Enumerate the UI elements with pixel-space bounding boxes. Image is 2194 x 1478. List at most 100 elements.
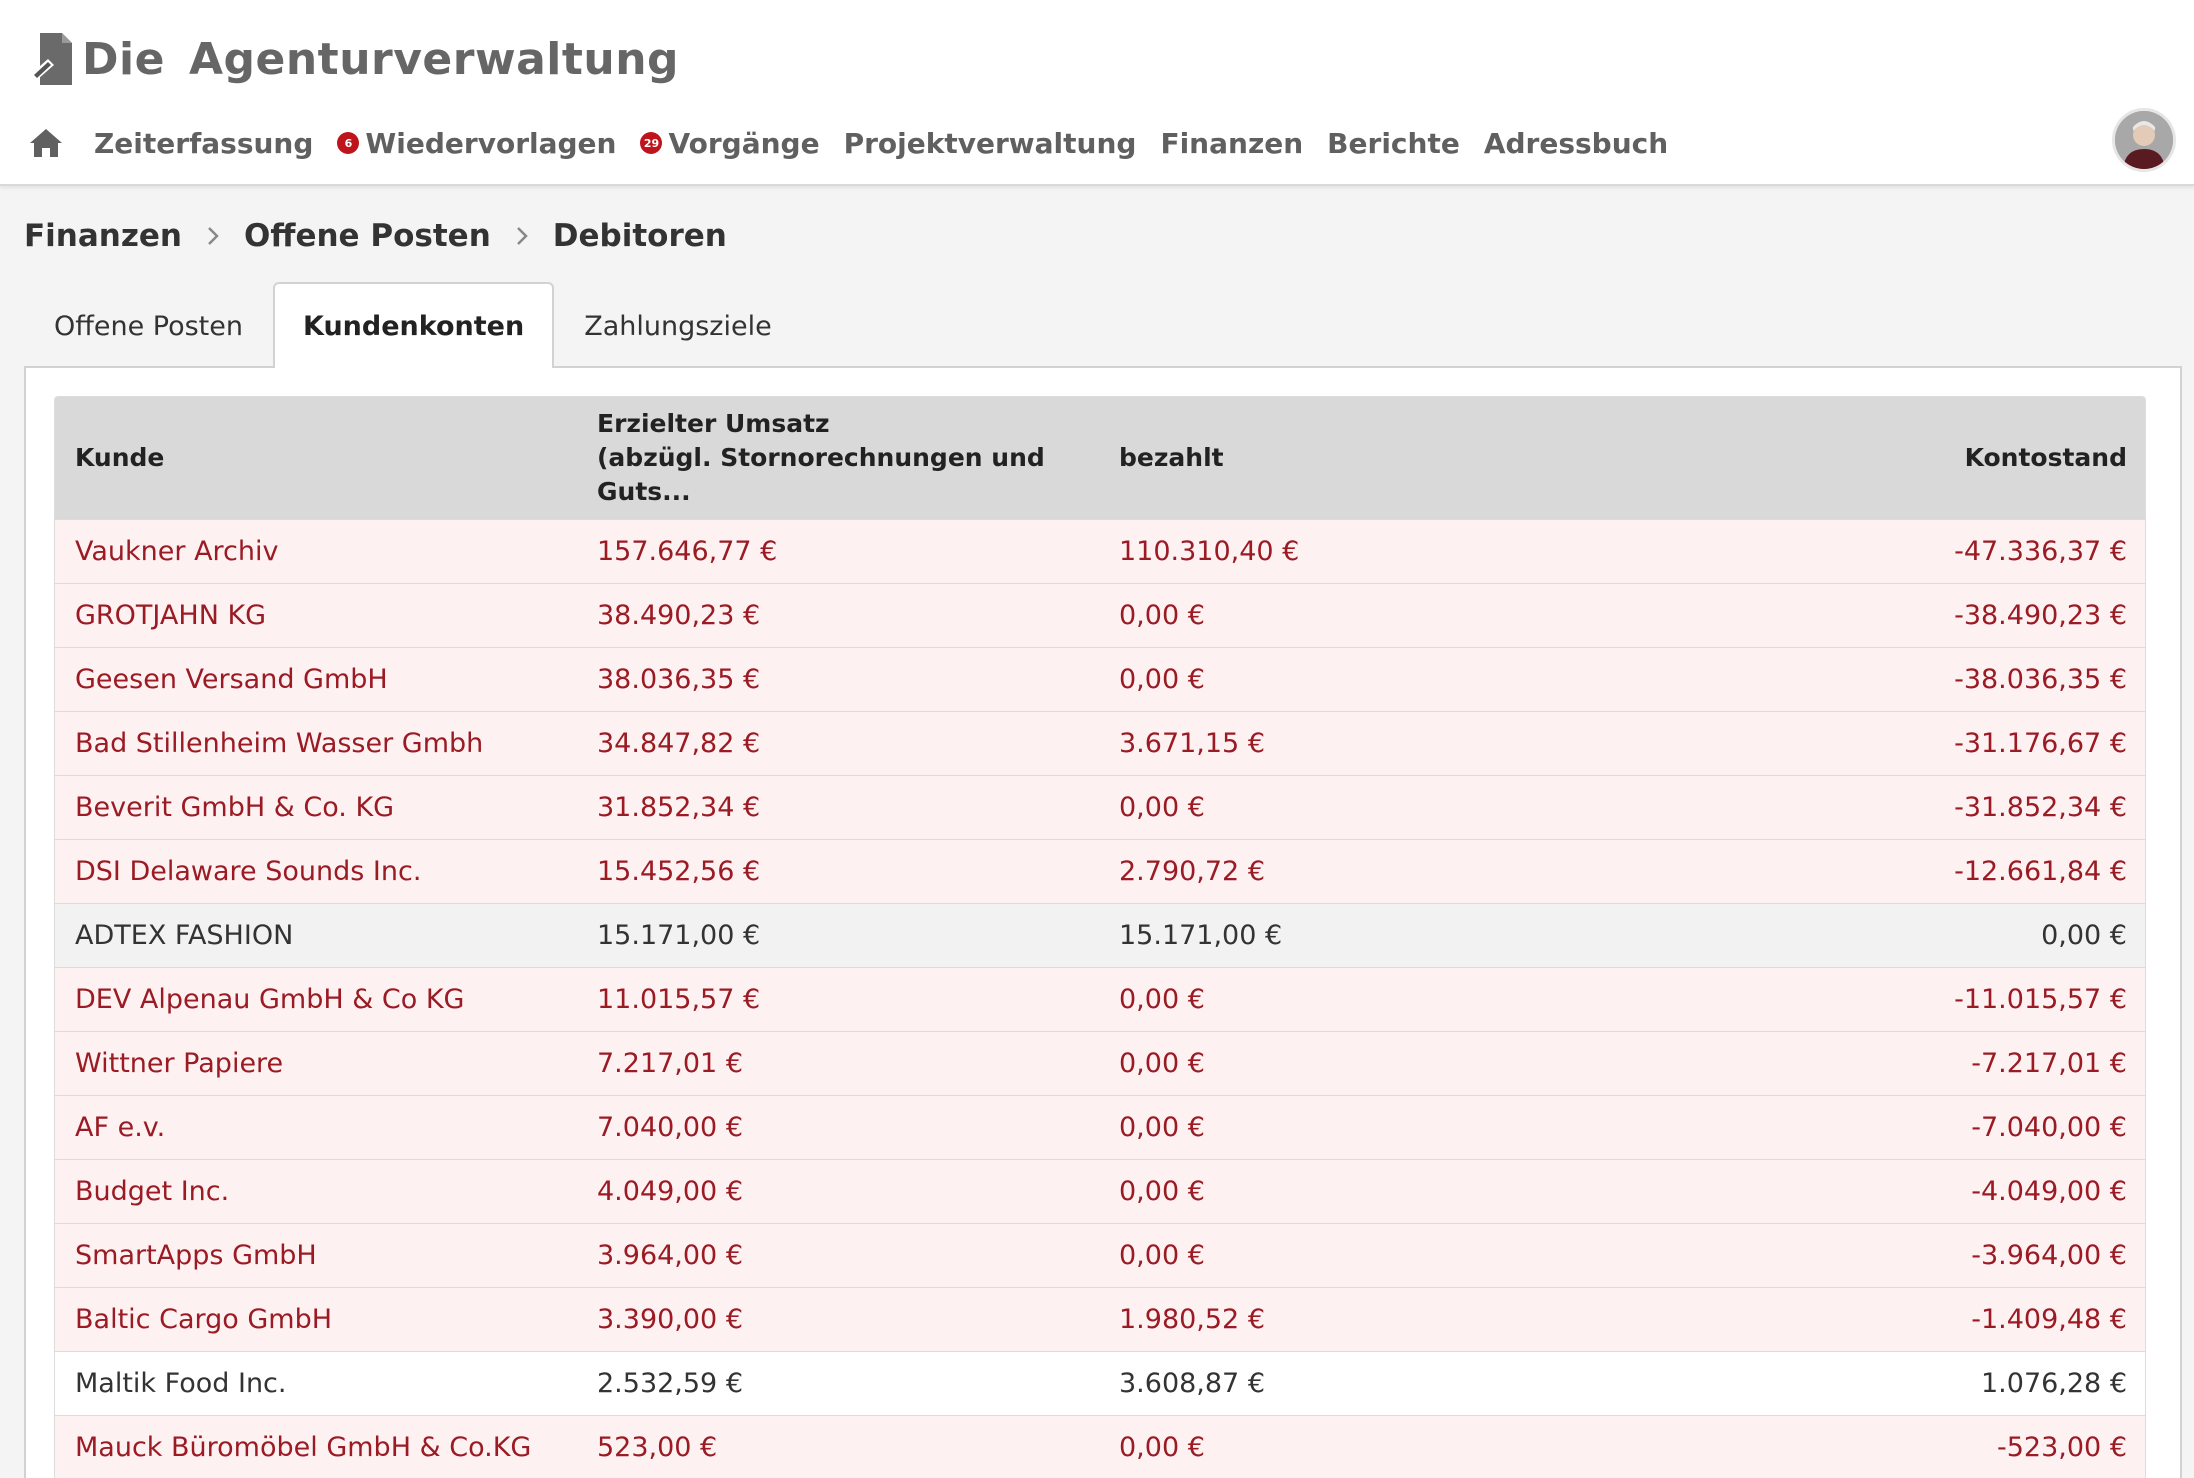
cell-umsatz: 11.015,57 € <box>597 983 761 1015</box>
table-row[interactable]: Vaukner Archiv 157.646,77 € 110.310,40 € -4… <box>55 519 2145 583</box>
cell-bezahlt: 0,00 € <box>1119 1111 1205 1143</box>
breadcrumb: Finanzen Offene Posten Debitoren <box>24 214 727 258</box>
cell-bezahlt: 0,00 € <box>1119 983 1205 1015</box>
cell-bezahlt: 110.310,40 € <box>1119 535 1300 567</box>
cell-bezahlt: 3.608,87 € <box>1119 1367 1265 1399</box>
cell-umsatz: 7.217,01 € <box>597 1047 743 1079</box>
cell-kontostand: -31.176,67 € <box>1954 727 2127 759</box>
tab-bar: Offene Posten Kundenkonten Zahlungsziele <box>24 282 802 368</box>
cell-kunde[interactable]: DEV Alpenau GmbH & Co KG <box>55 967 577 1031</box>
cell-bezahlt: 0,00 € <box>1119 1431 1205 1463</box>
column-header-kontostand[interactable]: Kontostand <box>1621 397 2145 519</box>
nav-wiedervorlagen[interactable]: 6 Wiedervorlagen <box>337 127 616 160</box>
cell-bezahlt: 0,00 € <box>1119 1175 1205 1207</box>
tab-offene-posten[interactable]: Offene Posten <box>24 282 273 368</box>
cell-bezahlt: 0,00 € <box>1119 791 1205 823</box>
table-row[interactable]: DEV Alpenau GmbH & Co KG 11.015,57 € 0,00 … <box>55 967 2145 1031</box>
cell-kunde[interactable]: Baltic Cargo GmbH <box>55 1287 577 1351</box>
nav-zeiterfassung[interactable]: Zeiterfassung <box>94 127 313 160</box>
logo-icon <box>32 33 72 85</box>
table-row[interactable]: Budget Inc. 4.049,00 € 0,00 € -4.049,00 € <box>55 1159 2145 1223</box>
nav-label: Berichte <box>1327 126 1460 160</box>
nav-label: Wiedervorlagen <box>365 126 617 160</box>
cell-kontostand: 0,00 € <box>2041 919 2127 951</box>
breadcrumb-finanzen[interactable]: Finanzen <box>24 218 182 254</box>
cell-kunde[interactable]: Bad Stillenheim Wasser Gmbh <box>55 711 577 775</box>
table-row[interactable]: DSI Delaware Sounds Inc. 15.452,56 € 2.790… <box>55 839 2145 903</box>
chevron-right-icon <box>208 227 219 245</box>
table-row[interactable]: Maltik Food Inc. 2.532,59 € 3.608,87 € 1.07… <box>55 1351 2145 1415</box>
cell-umsatz: 523,00 € <box>597 1431 718 1463</box>
cell-kontostand: -3.964,00 € <box>1971 1239 2127 1271</box>
table-row[interactable]: Beverit GmbH & Co. KG 31.852,34 € 0,00 € -3… <box>55 775 2145 839</box>
nav-adressbuch[interactable]: Adressbuch <box>1484 127 1668 160</box>
cell-kontostand: 1.076,28 € <box>1981 1367 2127 1399</box>
nav-label: Finanzen <box>1160 126 1304 160</box>
cell-kunde[interactable]: DSI Delaware Sounds Inc. <box>55 839 577 903</box>
nav-label: Projektverwaltung <box>843 126 1137 160</box>
cell-kunde[interactable]: Geesen Versand GmbH <box>55 647 577 711</box>
cell-kunde[interactable]: Maltik Food Inc. <box>55 1351 577 1415</box>
table-row[interactable]: SmartApps GmbH 3.964,00 € 0,00 € -3.964,00 … <box>55 1223 2145 1287</box>
cell-umsatz: 2.532,59 € <box>597 1367 743 1399</box>
table-row[interactable]: Baltic Cargo GmbH 3.390,00 € 1.980,52 € -1.… <box>55 1287 2145 1351</box>
cell-kontostand: -7.040,00 € <box>1971 1111 2127 1143</box>
cell-bezahlt: 2.790,72 € <box>1119 855 1265 887</box>
home-icon[interactable] <box>28 127 64 159</box>
cell-kontostand: -1.409,48 € <box>1971 1303 2127 1335</box>
cell-kunde[interactable]: ADTEX FASHION <box>55 903 577 967</box>
column-header-bezahlt[interactable]: bezahlt <box>1099 397 1621 519</box>
column-header-umsatz[interactable]: Erzielter Umsatz (abzügl. Stornorechnung… <box>577 397 1099 519</box>
tab-zahlungsziele[interactable]: Zahlungsziele <box>554 282 801 368</box>
cell-umsatz: 38.036,35 € <box>597 663 761 695</box>
nav-label: Vorgänge <box>668 126 820 160</box>
cell-kontostand: -523,00 € <box>1997 1431 2127 1463</box>
nav-berichte[interactable]: Berichte <box>1327 127 1460 160</box>
cell-kontostand: -12.661,84 € <box>1954 855 2127 887</box>
cell-bezahlt: 0,00 € <box>1119 1239 1205 1271</box>
nav-label: Zeiterfassung <box>94 126 314 160</box>
cell-kunde[interactable]: AF e.v. <box>55 1095 577 1159</box>
cell-kunde[interactable]: Budget Inc. <box>55 1159 577 1223</box>
table-row[interactable]: Bad Stillenheim Wasser Gmbh 34.847,82 € 3.… <box>55 711 2145 775</box>
tab-kundenkonten[interactable]: Kundenkonten <box>273 282 555 368</box>
cell-bezahlt: 0,00 € <box>1119 1047 1205 1079</box>
top-header: Die Agenturverwaltung Zeiterfassung 6 Wie… <box>0 0 2194 186</box>
cell-kontostand: -38.036,35 € <box>1954 663 2127 695</box>
cell-umsatz: 4.049,00 € <box>597 1175 743 1207</box>
cell-bezahlt: 1.980,52 € <box>1119 1303 1265 1335</box>
cell-bezahlt: 3.671,15 € <box>1119 727 1265 759</box>
cell-umsatz: 7.040,00 € <box>597 1111 743 1143</box>
cell-kunde[interactable]: Beverit GmbH & Co. KG <box>55 775 577 839</box>
accounts-table-container: Kunde Erzielter Umsatz (abzügl. Stornore… <box>54 396 2146 1478</box>
nav-projektverwaltung[interactable]: Projektverwaltung <box>844 127 1137 160</box>
content-panel: Kunde Erzielter Umsatz (abzügl. Stornore… <box>24 366 2182 1478</box>
table-row[interactable]: GROTJAHN KG 38.490,23 € 0,00 € -38.490,23 € <box>55 583 2145 647</box>
cell-kontostand: -47.336,37 € <box>1954 535 2127 567</box>
column-header-kunde[interactable]: Kunde <box>55 397 577 519</box>
table-row[interactable]: Wittner Papiere 7.217,01 € 0,00 € -7.217,01… <box>55 1031 2145 1095</box>
cell-kunde[interactable]: GROTJAHN KG <box>55 583 577 647</box>
user-avatar[interactable] <box>2112 108 2176 172</box>
cell-kunde[interactable]: Vaukner Archiv <box>55 519 577 583</box>
cell-umsatz: 34.847,82 € <box>597 727 761 759</box>
cell-umsatz: 15.452,56 € <box>597 855 761 887</box>
cell-kunde[interactable]: SmartApps GmbH <box>55 1223 577 1287</box>
table-row[interactable]: Geesen Versand GmbH 38.036,35 € 0,00 € -38.… <box>55 647 2145 711</box>
notification-badge: 29 <box>640 132 663 154</box>
breadcrumb-offene-posten[interactable]: Offene Posten <box>244 218 491 254</box>
cell-kunde[interactable]: Wittner Papiere <box>55 1031 577 1095</box>
table-row[interactable]: AF e.v. 7.040,00 € 0,00 € -7.040,00 € <box>55 1095 2145 1159</box>
cell-kunde[interactable]: Mauck Büromöbel GmbH & Co.KG <box>55 1415 577 1478</box>
nav-vorgaenge[interactable]: 29 Vorgänge <box>640 126 820 160</box>
avatar-image <box>2115 111 2173 169</box>
umsatz-header-line1: Erzielter Umsatz <box>597 408 830 438</box>
breadcrumb-debitoren: Debitoren <box>552 218 727 254</box>
cell-kontostand: -38.490,23 € <box>1954 599 2127 631</box>
table-body: Vaukner Archiv 157.646,77 € 110.310,40 € -4… <box>55 519 2145 1478</box>
table-row[interactable]: ADTEX FASHION 15.171,00 € 15.171,00 € 0,00 … <box>55 903 2145 967</box>
app-logo[interactable]: Die Agenturverwaltung <box>28 26 679 92</box>
cell-kontostand: -31.852,34 € <box>1954 791 2127 823</box>
nav-finanzen[interactable]: Finanzen <box>1160 127 1303 160</box>
table-row[interactable]: Mauck Büromöbel GmbH & Co.KG 523,00 € 0,00… <box>55 1415 2145 1478</box>
